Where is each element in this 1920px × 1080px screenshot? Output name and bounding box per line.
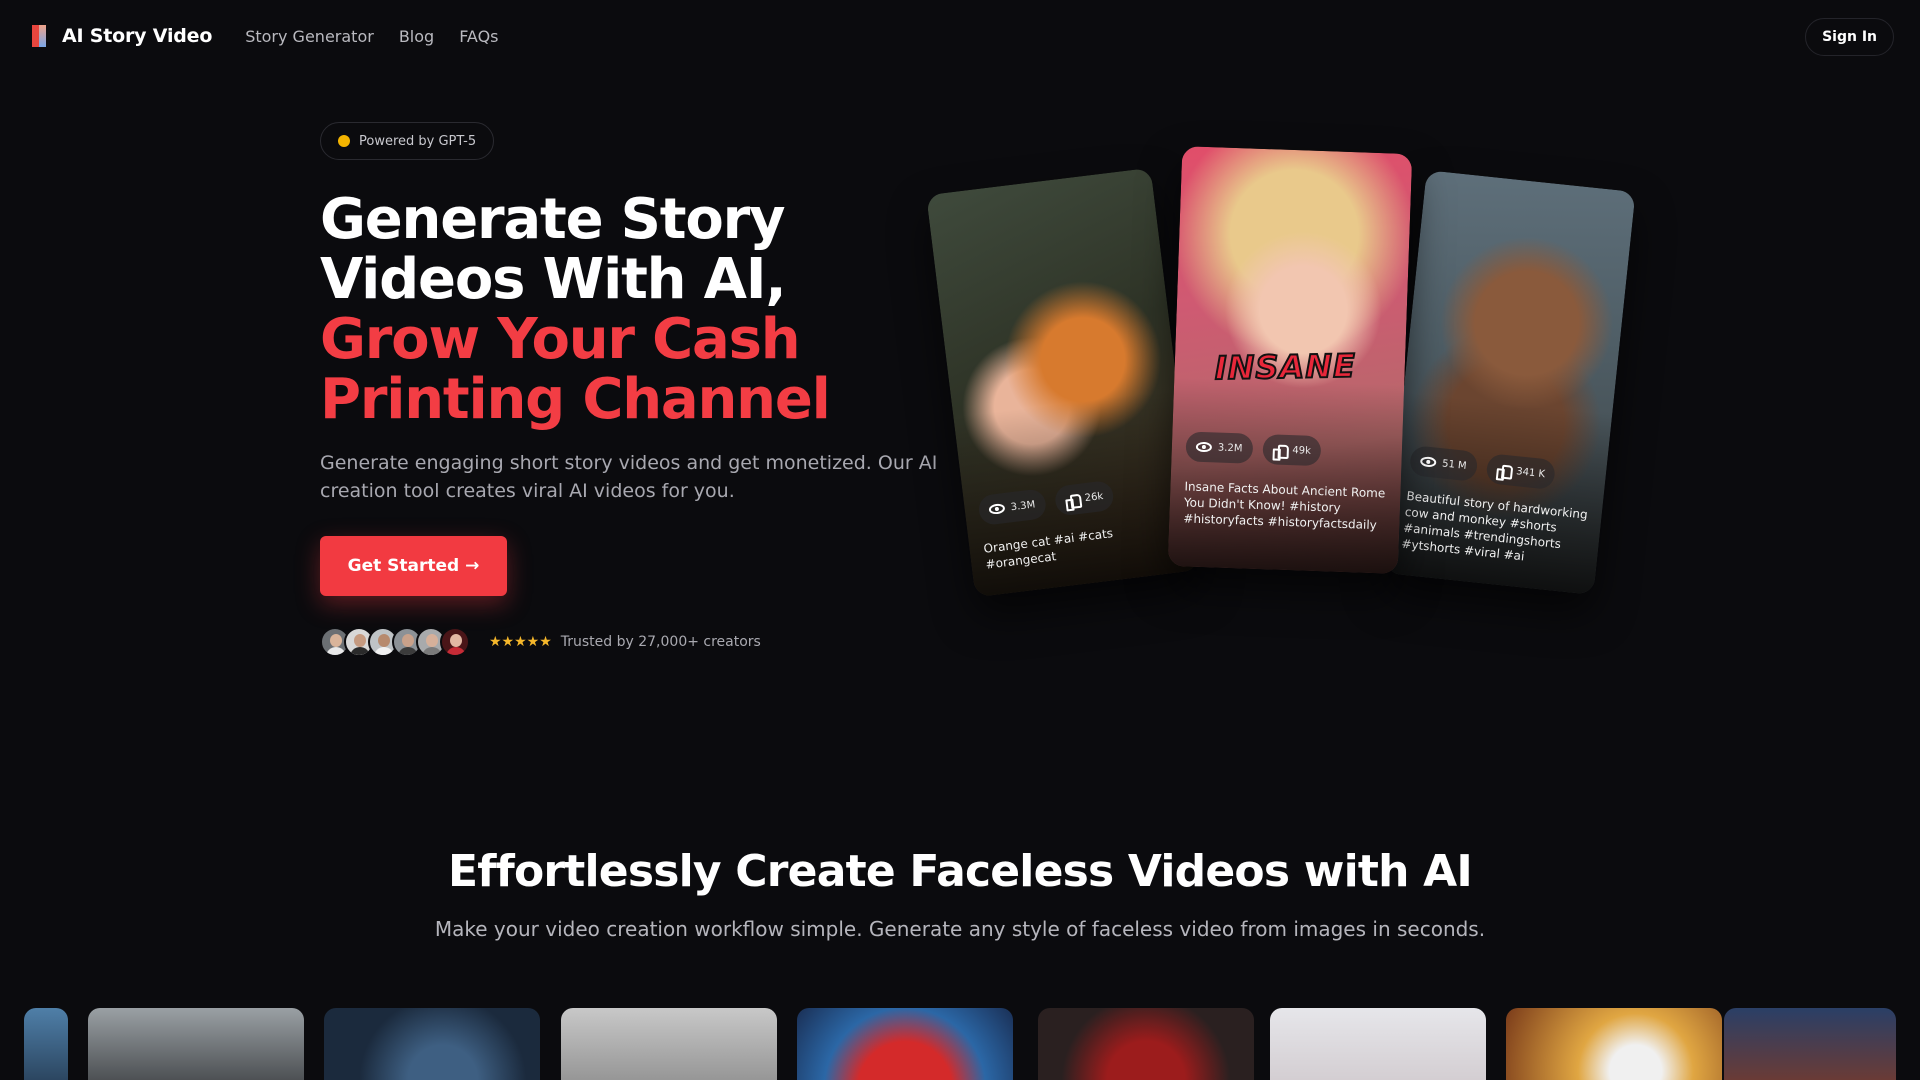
example-thumbnail[interactable] — [1038, 1008, 1254, 1080]
avatar — [440, 627, 470, 657]
likes-count: 26k — [1084, 490, 1104, 504]
video-stats: 3.2M 49k — [1185, 431, 1322, 467]
hero-title: Generate Story Videos With AI, Grow Your… — [320, 190, 960, 430]
nav-link-faqs[interactable]: FAQs — [459, 27, 498, 46]
brand-logo[interactable]: AI Story Video — [32, 25, 212, 47]
example-thumbnail[interactable] — [24, 1008, 68, 1080]
example-video-strip — [24, 1008, 1896, 1080]
likes-stat: 49k — [1261, 434, 1322, 467]
creator-avatars — [320, 627, 470, 657]
video-card-orange-cat[interactable]: 3.3M 26k Orange cat #ai #cats #orangecat — [926, 167, 1200, 598]
section-title: Effortlessly Create Faceless Videos with… — [448, 846, 1473, 897]
likes-count: 49k — [1292, 444, 1312, 457]
eye-icon — [1195, 441, 1213, 453]
example-thumbnail[interactable] — [1724, 1008, 1896, 1080]
insane-overlay-text: INSANE — [1213, 346, 1357, 388]
thumb-up-icon — [1064, 492, 1080, 508]
example-thumbnail[interactable] — [1506, 1008, 1722, 1080]
video-caption: Insane Facts About Ancient Rome You Didn… — [1183, 479, 1386, 533]
rating-stars-icon: ★★★★★ — [489, 634, 552, 650]
badge-label: Powered by GPT-5 — [359, 133, 477, 149]
example-thumbnail[interactable] — [1270, 1008, 1486, 1080]
example-thumbnail[interactable] — [561, 1008, 777, 1080]
powered-by-badge: Powered by GPT-5 — [320, 122, 495, 160]
status-dot-icon — [338, 135, 350, 147]
top-nav: AI Story Video Story Generator Blog FAQs… — [0, 0, 1920, 72]
video-card-ancient-rome[interactable]: INSANE 3.2M 49k Insane Facts About Ancie… — [1167, 146, 1413, 574]
views-count: 3.2M — [1217, 442, 1243, 454]
video-card-cow-monkey[interactable]: 51 M 341 K Beautiful story of hardworkin… — [1384, 170, 1636, 595]
hero-title-line-1: Generate Story — [320, 187, 786, 252]
views-count: 3.3M — [1010, 498, 1036, 513]
eye-icon — [988, 503, 1006, 515]
nav-link-story-generator[interactable]: Story Generator — [245, 27, 374, 46]
likes-count: 341 K — [1515, 465, 1546, 480]
thumb-up-icon — [1496, 462, 1511, 477]
get-started-button[interactable]: Get Started → — [320, 536, 507, 596]
hero-title-line-2: Videos With AI, — [320, 247, 787, 312]
video-card-showcase: 3.3M 26k Orange cat #ai #cats #orangecat… — [926, 140, 1650, 600]
example-thumbnail[interactable] — [797, 1008, 1013, 1080]
hero-subtitle: Generate engaging short story videos and… — [320, 452, 938, 502]
nav-links: Story Generator Blog FAQs — [245, 27, 498, 46]
views-stat: 3.2M — [1185, 431, 1253, 464]
brand-name: AI Story Video — [62, 25, 213, 47]
example-thumbnail[interactable] — [324, 1008, 540, 1080]
logo-icon — [32, 25, 46, 47]
sign-in-button[interactable]: Sign In — [1805, 18, 1894, 56]
trust-text: Trusted by 27,000+ creators — [560, 634, 761, 650]
views-count: 51 M — [1441, 457, 1468, 472]
hero-title-line-3: Grow Your Cash — [320, 307, 801, 372]
hero-title-line-4: Printing Channel — [320, 367, 831, 432]
trust-row: ★★★★★ Trusted by 27,000+ creators — [320, 627, 761, 657]
card-shade — [1167, 376, 1405, 574]
nav-link-blog[interactable]: Blog — [399, 27, 434, 46]
section-subtitle: Make your video creation workflow simple… — [434, 917, 1486, 941]
example-thumbnail[interactable] — [88, 1008, 304, 1080]
thumb-up-icon — [1272, 442, 1286, 456]
eye-icon — [1419, 456, 1437, 468]
